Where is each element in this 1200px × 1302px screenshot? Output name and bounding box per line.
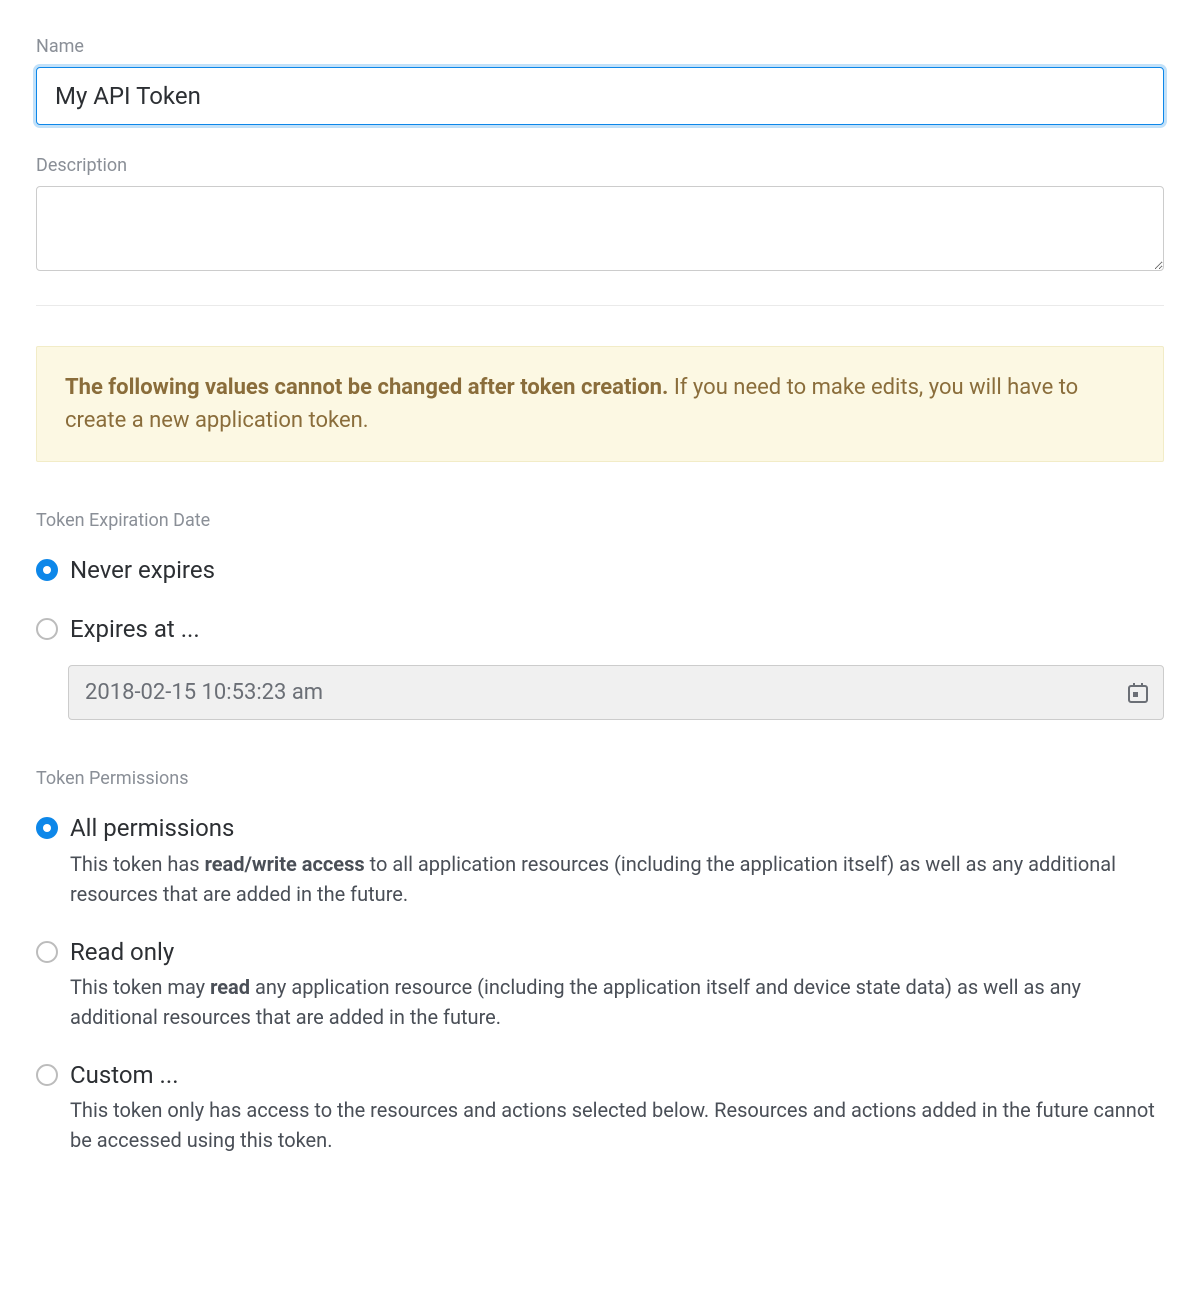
expiration-section-label: Token Expiration Date bbox=[36, 510, 1164, 531]
radio-all-permissions-label: All permissions bbox=[70, 813, 1164, 844]
radio-all-permissions[interactable] bbox=[36, 817, 58, 839]
description-label: Description bbox=[36, 155, 1164, 176]
radio-never-expires-label: Never expires bbox=[70, 555, 1164, 586]
radio-expires-at[interactable] bbox=[36, 618, 58, 640]
radio-custom[interactable] bbox=[36, 1064, 58, 1086]
radio-read-only-label: Read only bbox=[70, 937, 1164, 968]
divider bbox=[36, 305, 1164, 306]
permissions-section-label: Token Permissions bbox=[36, 768, 1164, 789]
radio-never-expires[interactable] bbox=[36, 559, 58, 581]
name-input[interactable] bbox=[36, 67, 1164, 125]
radio-all-permissions-desc: This token has read/write access to all … bbox=[70, 849, 1164, 909]
calendar-icon bbox=[1126, 681, 1150, 705]
radio-custom-desc: This token only has access to the resour… bbox=[70, 1095, 1164, 1155]
expiration-date-input[interactable] bbox=[68, 665, 1164, 720]
name-label: Name bbox=[36, 36, 1164, 57]
radio-custom-label: Custom ... bbox=[70, 1060, 1164, 1091]
radio-expires-at-label: Expires at ... bbox=[70, 614, 1164, 645]
radio-read-only-desc: This token may read any application reso… bbox=[70, 972, 1164, 1032]
callout-bold: The following values cannot be changed a… bbox=[65, 375, 668, 400]
radio-read-only[interactable] bbox=[36, 941, 58, 963]
description-input[interactable] bbox=[36, 186, 1164, 271]
warning-callout: The following values cannot be changed a… bbox=[36, 346, 1164, 462]
